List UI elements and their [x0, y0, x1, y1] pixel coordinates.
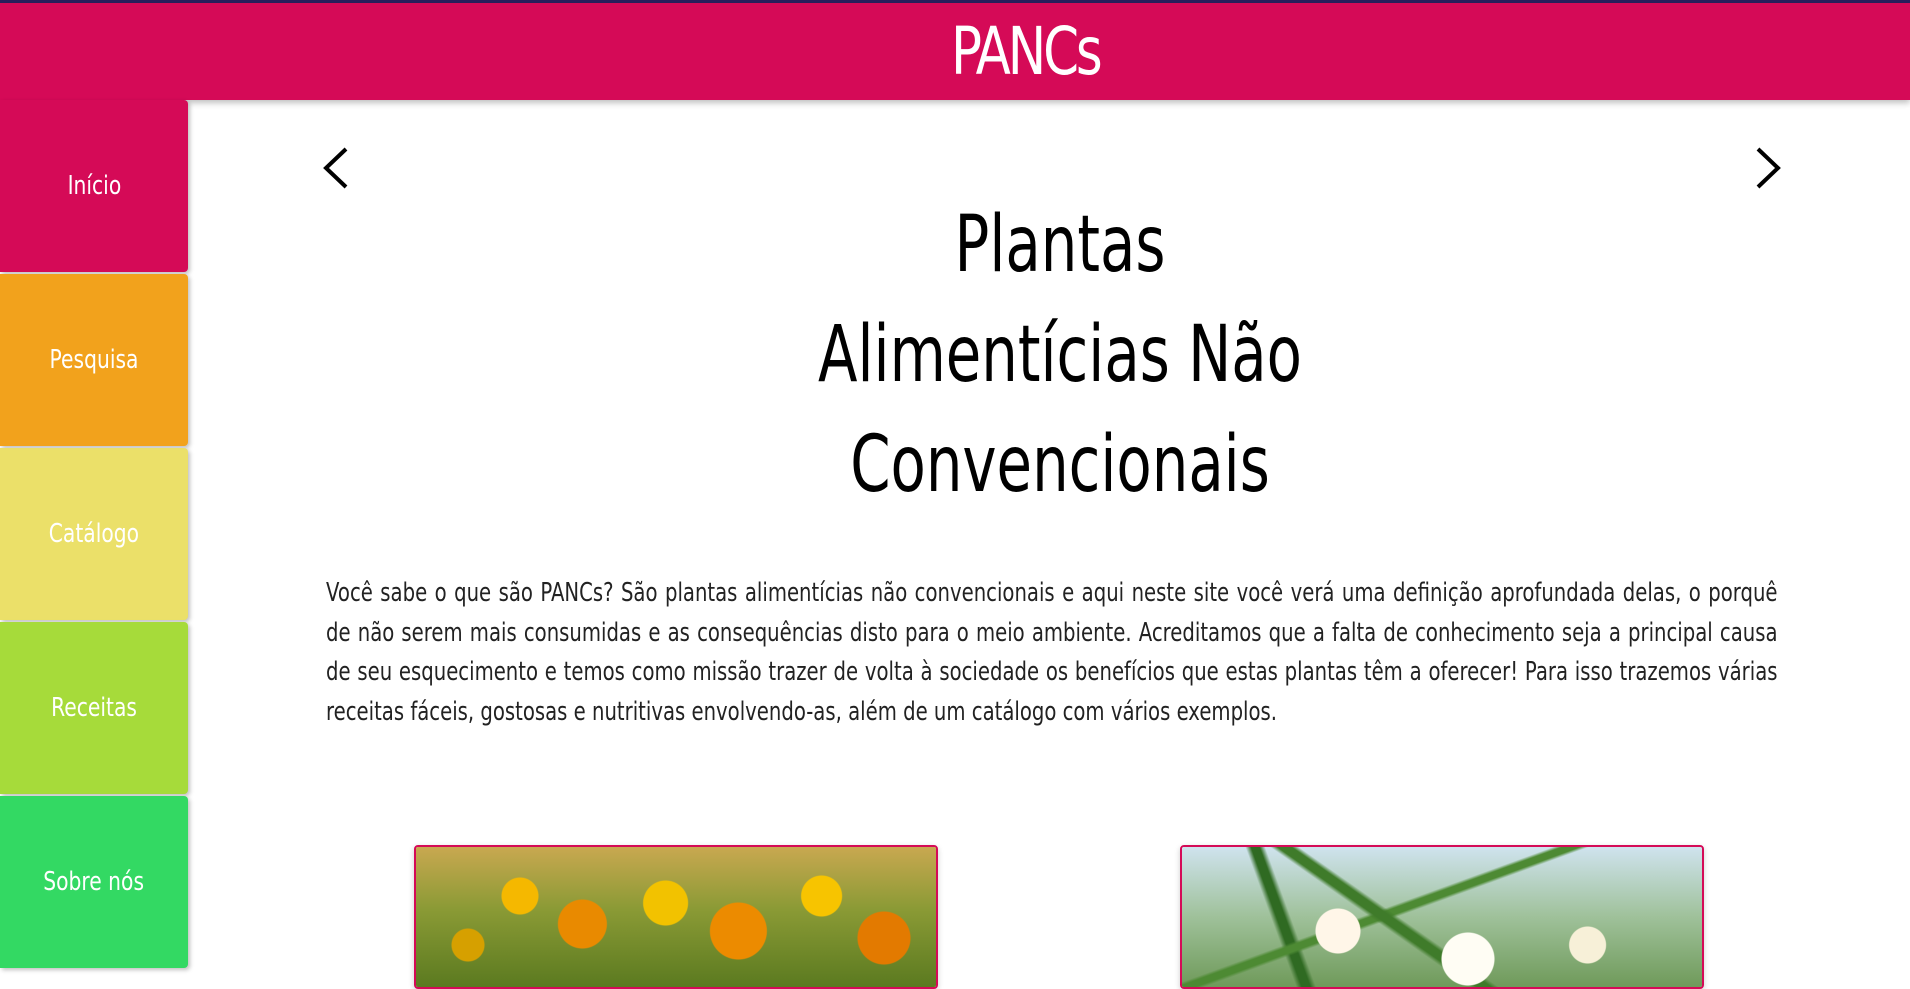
sidebar-item-label: Sobre nós [43, 867, 145, 897]
sidebar-item-label: Pesquisa [49, 345, 139, 375]
chevron-left-icon [323, 147, 348, 189]
hero-title-line: Alimentícias Não [818, 310, 1302, 400]
site-header: PANCs [0, 3, 1910, 100]
hero-title-line: Convencionais [850, 420, 1270, 510]
image-card[interactable] [1180, 845, 1704, 989]
sidebar-item-catalogo[interactable]: Catálogo [0, 448, 188, 620]
hero-title: Plantas Alimentícias Não Convencionais [600, 190, 1520, 520]
carousel-next-button[interactable] [1748, 145, 1788, 191]
sidebar-item-receitas[interactable]: Receitas [0, 622, 188, 794]
hero-title-line: Plantas [954, 200, 1166, 290]
sidebar-item-inicio[interactable]: Início [0, 100, 188, 272]
intro-paragraph: Você sabe o que são PANCs? São plantas a… [326, 574, 1778, 732]
sidebar-nav: Início Pesquisa Catálogo Receitas Sobre … [0, 100, 188, 969]
marigold-flowers-image [416, 847, 936, 987]
intro-text: Você sabe o que são PANCs? São plantas a… [326, 578, 1778, 727]
image-card[interactable] [414, 845, 938, 989]
site-title: PANCs [950, 13, 1103, 90]
chevron-right-icon [1756, 147, 1781, 189]
sidebar-item-label: Receitas [51, 693, 137, 723]
sidebar-item-sobre-nos[interactable]: Sobre nós [0, 796, 188, 968]
sidebar-item-label: Início [67, 171, 121, 201]
carousel-prev-button[interactable] [316, 145, 356, 191]
sidebar-item-pesquisa[interactable]: Pesquisa [0, 274, 188, 446]
white-flowers-image [1182, 847, 1702, 987]
sidebar-item-label: Catálogo [48, 519, 140, 549]
